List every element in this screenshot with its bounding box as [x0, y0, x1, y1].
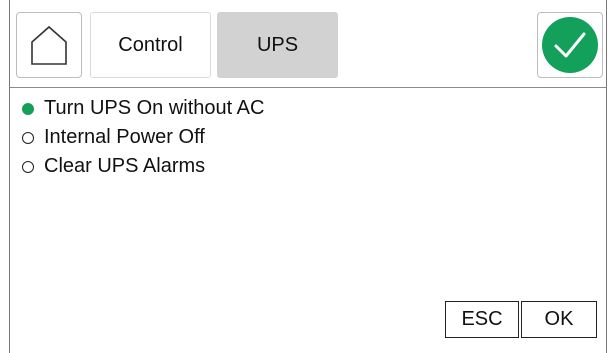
- tab-control[interactable]: Control: [90, 12, 211, 78]
- tab-control-label: Control: [118, 33, 183, 56]
- tab-ups-label: UPS: [256, 33, 299, 56]
- option-clear-ups-alarms[interactable]: Clear UPS Alarms: [22, 152, 264, 181]
- option-label: Internal Power Off: [44, 126, 205, 148]
- command-options-list: Turn UPS On without AC Internal Power Of…: [22, 94, 264, 181]
- top-bar: Control UPS: [10, 0, 606, 88]
- home-icon: [31, 25, 67, 65]
- ok-button[interactable]: OK: [521, 301, 597, 338]
- radio-unselected-icon: [22, 160, 34, 173]
- option-internal-power-off[interactable]: Internal Power Off: [22, 123, 264, 152]
- option-label: Turn UPS On without AC: [44, 97, 265, 119]
- option-label: Clear UPS Alarms: [44, 155, 206, 177]
- radio-selected-icon: [22, 102, 34, 115]
- tab-ups[interactable]: UPS: [217, 12, 338, 78]
- option-turn-ups-on-without-ac[interactable]: Turn UPS On without AC: [22, 94, 264, 123]
- esc-button[interactable]: ESC: [445, 301, 519, 338]
- checkmark-icon: [542, 17, 598, 73]
- home-button[interactable]: [16, 12, 82, 78]
- confirm-button[interactable]: [537, 12, 603, 78]
- radio-unselected-icon: [22, 131, 34, 144]
